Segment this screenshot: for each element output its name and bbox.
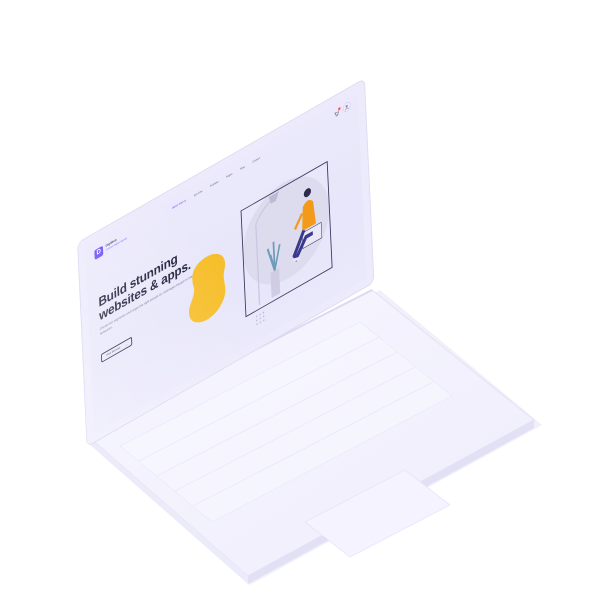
nav-item-contact[interactable]: Contact <box>252 157 260 164</box>
arrow-right-icon: → <box>125 341 128 348</box>
cta-label: View Services <box>106 346 121 358</box>
nav-item-digital-agency[interactable]: Digital Agency <box>172 199 186 210</box>
laptop-mockup: D DigiWeb Creative Digital Agency Digita… <box>0 0 600 600</box>
nav-item-portfolio[interactable]: Portfolio <box>210 181 218 189</box>
view-services-button[interactable]: View Services → <box>100 336 133 363</box>
logo-icon[interactable]: D <box>94 245 104 261</box>
cart-badge <box>337 106 341 112</box>
nav-item-blog[interactable]: Blog <box>240 165 245 170</box>
cart-icon[interactable] <box>334 110 339 119</box>
user-icon[interactable] <box>343 101 351 113</box>
nav-item-services[interactable]: Services <box>194 190 203 198</box>
nav-item-pages[interactable]: Pages <box>226 172 232 179</box>
